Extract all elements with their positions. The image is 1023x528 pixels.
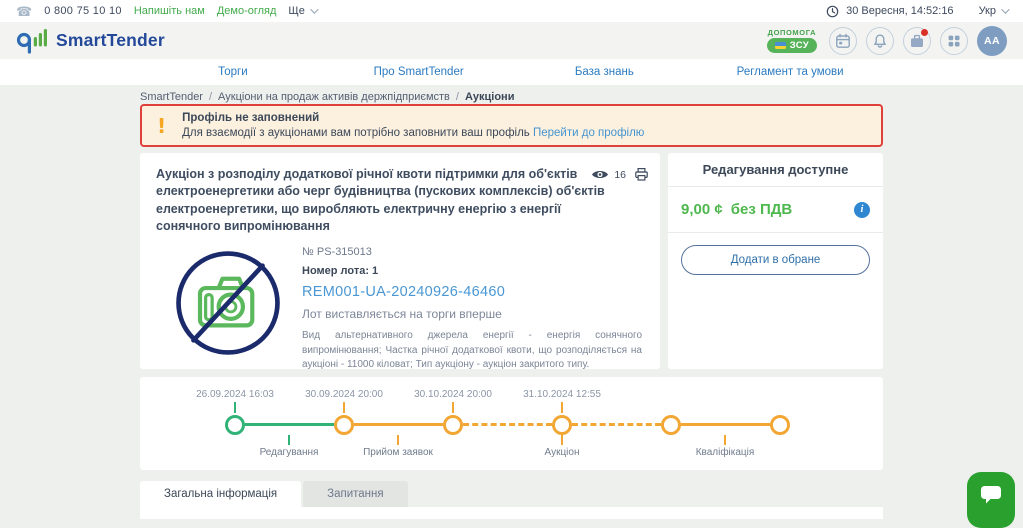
nav-item-torgy[interactable]: Торги [140,66,326,78]
write-us-link[interactable]: Напишіть нам [134,5,205,17]
chevron-down-icon [310,5,318,13]
tab-general-info[interactable]: Загальна інформація [140,481,301,507]
timeline-node-editing-end [334,415,354,435]
avatar[interactable]: AA [977,26,1007,56]
chat-bubble-icon [980,484,1002,504]
profile-alert-banner: ! Профіль не заповнений Для взаємодії з … [140,104,883,147]
more-label: Ще [288,5,304,17]
calendar-button[interactable] [829,27,857,55]
lot-tabs: Загальна інформація Запитання [140,481,883,507]
timeline-node-qualification-start [661,415,681,435]
printer-icon [634,167,649,182]
lot-title: Аукціон з розподілу додаткової річної кв… [156,166,608,235]
language-dropdown[interactable]: Укр [979,5,1007,17]
timeline-node-applications-end [443,415,463,435]
breadcrumb: SmartTender / Аукціони на продаж активів… [140,90,1023,104]
timeline-stage-tick [288,435,290,445]
no-photo-placeholder [172,247,284,373]
timeline-stage-label: Прийом заявок [363,447,433,458]
timeline-stage-tick [724,435,726,445]
chat-button[interactable] [967,472,1015,528]
timeline-segment-future [463,423,552,426]
auction-number: № PS-315013 [302,246,642,258]
logo-mark-icon [16,27,49,54]
bell-icon [871,32,889,50]
more-dropdown[interactable]: Ще [288,5,315,17]
lot-description: Вид альтернативного джерела енергії - ен… [302,329,642,373]
clock-icon [826,5,839,18]
lot-number: Номер лота: 1 [302,265,642,277]
no-camera-icon [172,247,284,359]
lot-note: Лот виставляється на торги вперше [302,307,642,321]
timeline-date-tick [452,402,454,413]
help-caption: ДОПОМОГА [768,28,816,37]
timeline-node-auction [552,415,572,435]
briefcase-button[interactable] [903,27,931,55]
tab-content-panel [140,507,883,519]
ukraine-flag-icon [775,42,786,50]
help-army-button[interactable]: ДОПОМОГА ЗСУ [767,28,817,53]
notification-dot [921,29,928,36]
chevron-down-icon [1001,5,1009,13]
tab-questions[interactable]: Запитання [303,481,407,507]
top-utility-bar: ☎ 0 800 75 10 10 Напишіть нам Демо-огляд… [0,0,1023,22]
info-icon[interactable]: i [854,202,870,218]
breadcrumb-current: Аукціони [465,91,515,103]
timeline-segment-done [245,423,334,426]
timeline-segment-active [354,423,443,426]
timeline-node-end [770,415,790,435]
status-panel: Редагування доступне 9,00 ¢ без ПДВ i До… [668,153,883,369]
timeline-stage-label: Аукціон [545,447,580,458]
timeline-node-start [225,415,245,435]
timeline-date: 31.10.2024 12:55 [523,389,601,400]
brand-name: SmartTender [56,30,165,51]
print-button[interactable] [634,167,649,182]
timeline-date: 26.09.2024 16:03 [196,389,274,400]
views-count: 16 [614,169,626,181]
auction-timeline: 26.09.2024 16:03 30.09.2024 20:00 30.10.… [140,377,883,470]
breadcrumb-auctions-category[interactable]: Аукціони на продаж активів держпідприємс… [218,91,450,103]
timeline-date-tick [234,402,236,413]
lot-reference-link[interactable]: REM001-UA-20240926-46460 [302,284,642,300]
price-value: 9,00 ¢ [681,201,723,218]
nav-item-about[interactable]: Про SmartTender [326,66,512,78]
timeline-segment-future [681,423,770,426]
timeline-date: 30.09.2024 20:00 [305,389,383,400]
timeline-stage-label: Редагування [260,447,319,458]
timeline-stage-label: Кваліфікація [696,447,755,458]
demo-link[interactable]: Демо-огляд [217,5,277,17]
lot-card: Аукціон з розподілу додаткової річної кв… [140,153,660,369]
go-to-profile-link[interactable]: Перейти до профілю [533,127,644,139]
nav-item-rules[interactable]: Регламент та умови [697,66,883,78]
notifications-button[interactable] [866,27,894,55]
main-header: SmartTender ДОПОМОГА ЗСУ [0,22,1023,59]
timeline-segment-future [572,423,661,426]
apps-grid-button[interactable] [940,27,968,55]
views-eye-icon [591,169,609,180]
phone-icon: ☎ [16,5,32,18]
grid-icon [945,32,963,50]
phone-number: 0 800 75 10 10 [44,5,122,17]
editing-status: Редагування доступне [668,153,883,187]
main-nav: Торги Про SmartTender База знань Регламе… [0,59,1023,85]
warning-icon: ! [157,116,166,136]
alert-message: Для взаємодії з аукціонами вам потрібно … [182,127,530,139]
current-datetime: 30 Вересня, 14:52:16 [846,5,953,17]
language-label: Укр [979,5,996,17]
alert-title: Профіль не заповнений [182,112,644,124]
timeline-date-tick [561,402,563,413]
timeline-date: 30.10.2024 20:00 [414,389,492,400]
calendar-icon [834,32,852,50]
smarttender-logo[interactable]: SmartTender [16,27,165,54]
timeline-date-tick [343,402,345,413]
timeline-stage-tick [561,435,563,445]
nav-item-knowledge[interactable]: База знань [512,66,698,78]
timeline-stage-tick [397,435,399,445]
add-to-favorites-button[interactable]: Додати в обране [681,245,870,275]
breadcrumb-separator: / [456,91,459,103]
breadcrumb-home[interactable]: SmartTender [140,91,203,103]
breadcrumb-separator: / [209,91,212,103]
vat-label: без ПДВ [731,201,793,218]
help-badge-label: ЗСУ [790,40,809,51]
